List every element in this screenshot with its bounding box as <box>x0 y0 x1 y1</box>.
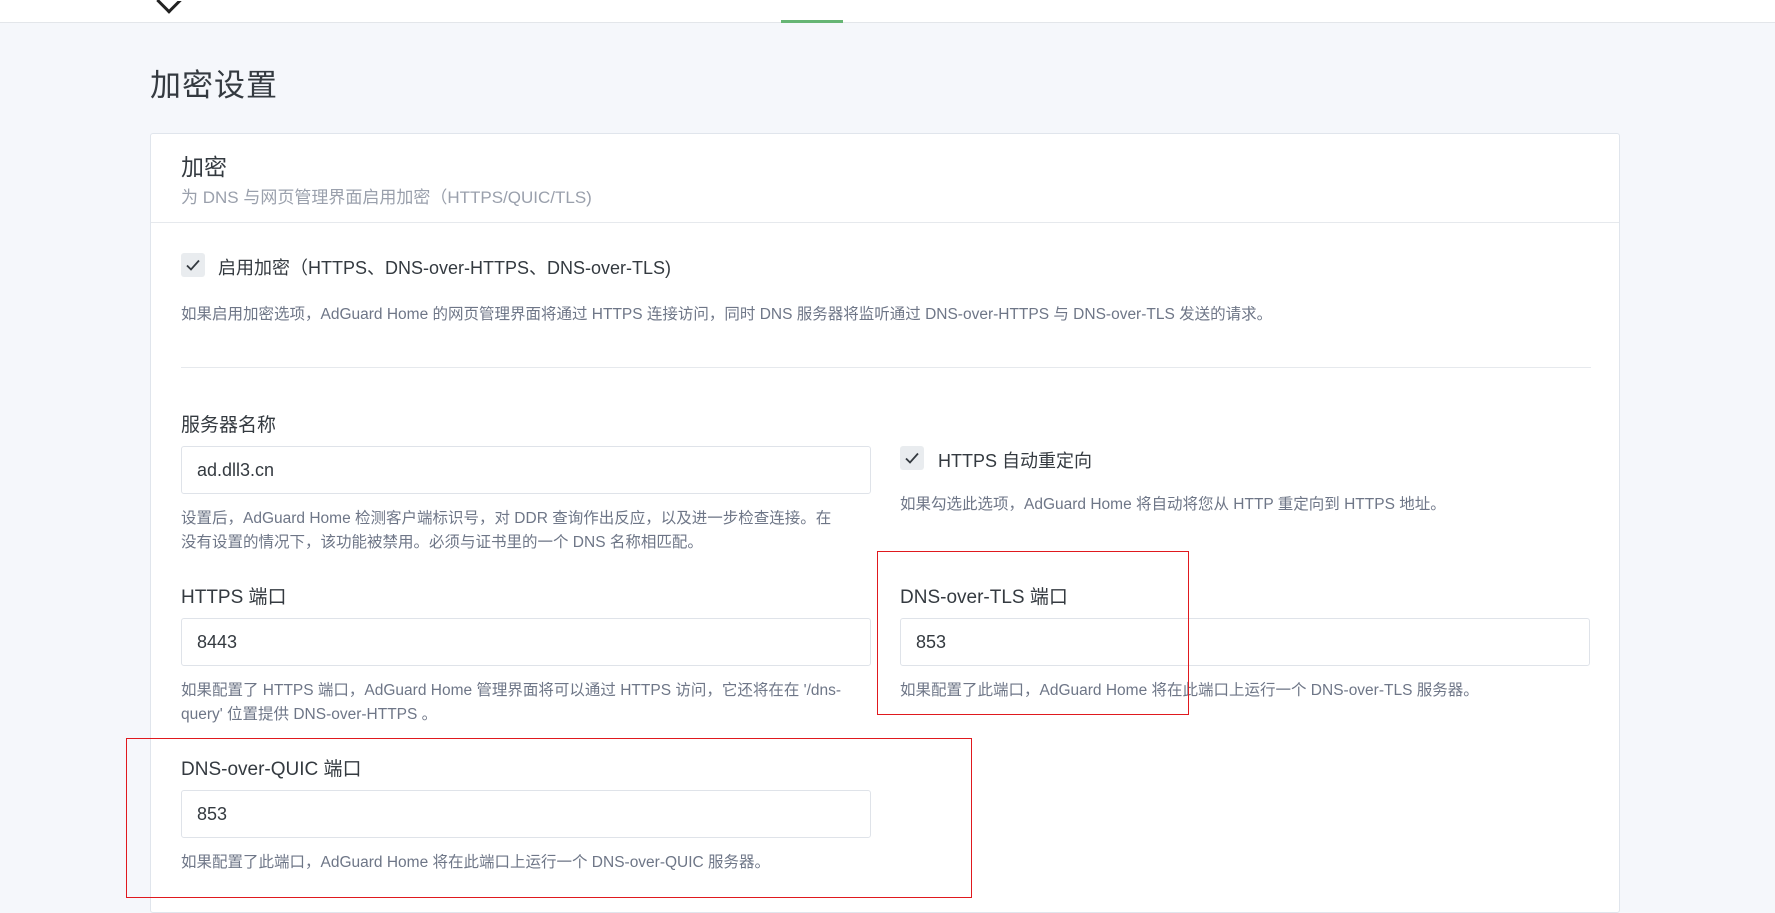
enable-encryption-label[interactable]: 启用加密（HTTPS、DNS-over-HTTPS、DNS-over-TLS) <box>218 254 671 280</box>
active-tab-indicator <box>781 20 843 23</box>
server-name-help-line1: 设置后，AdGuard Home 检测客户端标识号，对 DDR 查询作出反应，以… <box>181 510 832 527</box>
https-redirect-checkbox[interactable] <box>900 446 924 470</box>
enable-encryption-help: 如果启用加密选项，AdGuard Home 的网页管理界面将通过 HTTPS 连… <box>181 306 1273 323</box>
enable-encryption-checkbox[interactable] <box>181 253 205 277</box>
page-title: 加密设置 <box>150 68 278 103</box>
https-port-input[interactable] <box>181 618 871 666</box>
section-divider <box>181 367 1591 368</box>
card-title: 加密 <box>181 154 227 180</box>
top-navbar <box>0 0 1775 23</box>
check-icon <box>186 259 200 271</box>
https-redirect-help: 如果勾选此选项，AdGuard Home 将自动将您从 HTTP 重定向到 HT… <box>900 496 1446 513</box>
https-redirect-label[interactable]: HTTPS 自动重定向 <box>938 447 1092 473</box>
highlight-box-dot <box>877 551 1189 715</box>
check-icon <box>905 452 919 464</box>
https-port-label: HTTPS 端口 <box>181 587 287 608</box>
highlight-box-doq <box>126 738 972 898</box>
logo-icon[interactable] <box>156 0 182 14</box>
https-port-help-line2: query' 位置提供 DNS-over-HTTPS 。 <box>181 706 438 723</box>
card-header: 加密 为 DNS 与网页管理界面启用加密（HTTPS/QUIC/TLS) <box>151 134 1619 223</box>
server-name-label: 服务器名称 <box>181 415 277 436</box>
server-name-help-line2: 没有设置的情况下，该功能被禁用。必须与证书里的一个 DNS 名称相匹配。 <box>181 534 703 551</box>
https-port-help-line1: 如果配置了 HTTPS 端口，AdGuard Home 管理界面将可以通过 HT… <box>181 682 842 699</box>
server-name-input[interactable] <box>181 446 871 494</box>
card-subtitle: 为 DNS 与网页管理界面启用加密（HTTPS/QUIC/TLS) <box>181 188 592 207</box>
